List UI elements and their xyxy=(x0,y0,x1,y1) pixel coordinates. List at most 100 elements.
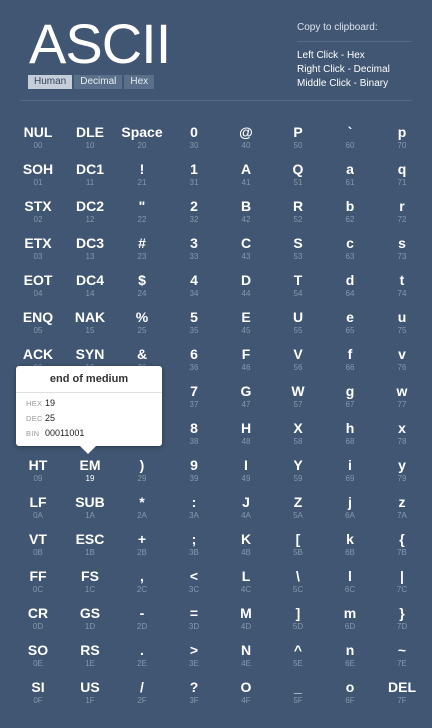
ascii-cell-01[interactable]: SOH 01 xyxy=(12,157,64,194)
ascii-cell-5b[interactable]: [5B xyxy=(272,527,324,564)
ascii-cell-61[interactable]: a 61 xyxy=(324,157,376,194)
ascii-cell-3e[interactable]: >3E xyxy=(168,638,220,675)
ascii-cell-4e[interactable]: N 4E xyxy=(220,638,272,675)
ascii-cell-0b[interactable]: VT 0B xyxy=(12,527,64,564)
ascii-cell-00[interactable]: NUL 00 xyxy=(12,120,64,157)
ascii-cell-30[interactable]: 0 30 xyxy=(168,120,220,157)
ascii-cell-67[interactable]: g 67 xyxy=(324,379,376,416)
ascii-cell-79[interactable]: y 79 xyxy=(376,453,428,490)
ascii-cell-6d[interactable]: m 6D xyxy=(324,601,376,638)
ascii-cell-38[interactable]: 8 38 xyxy=(168,416,220,453)
ascii-cell-37[interactable]: 7 37 xyxy=(168,379,220,416)
ascii-cell-68[interactable]: h 68 xyxy=(324,416,376,453)
ascii-cell-70[interactable]: p 70 xyxy=(376,120,428,157)
ascii-cell-3b[interactable]: ; 3B xyxy=(168,527,220,564)
ascii-cell-1c[interactable]: FS 1C xyxy=(64,564,116,601)
ascii-cell-36[interactable]: 6 36 xyxy=(168,342,220,379)
ascii-cell-50[interactable]: P 50 xyxy=(272,120,324,157)
ascii-cell-55[interactable]: U 55 xyxy=(272,305,324,342)
ascii-cell-05[interactable]: ENQ 05 xyxy=(12,305,64,342)
ascii-cell-69[interactable]: i 69 xyxy=(324,453,376,490)
ascii-cell-42[interactable]: B 42 xyxy=(220,194,272,231)
ascii-cell-31[interactable]: 1 31 xyxy=(168,157,220,194)
ascii-cell-03[interactable]: ETX 03 xyxy=(12,231,64,268)
ascii-cell-1e[interactable]: RS 1E xyxy=(64,638,116,675)
ascii-cell-22[interactable]: " 22 xyxy=(116,194,168,231)
ascii-cell-72[interactable]: r 72 xyxy=(376,194,428,231)
ascii-cell-75[interactable]: u 75 xyxy=(376,305,428,342)
ascii-cell-71[interactable]: q 71 xyxy=(376,157,428,194)
mode-tab-decimal[interactable]: Decimal xyxy=(74,75,123,89)
ascii-cell-1b[interactable]: ESC 1B xyxy=(64,527,116,564)
ascii-cell-6c[interactable]: l 6C xyxy=(324,564,376,601)
ascii-cell-19[interactable]: EM 19 xyxy=(64,453,116,490)
ascii-cell-60[interactable]: ` 60 xyxy=(324,120,376,157)
ascii-cell-12[interactable]: DC2 12 xyxy=(64,194,116,231)
ascii-cell-1a[interactable]: SUB 1A xyxy=(64,490,116,527)
ascii-cell-4f[interactable]: O 4F xyxy=(220,675,272,712)
mode-tab-hex[interactable]: Hex xyxy=(124,75,155,89)
ascii-cell-3c[interactable]: <3C xyxy=(168,564,220,601)
ascii-cell-7e[interactable]: ~7E xyxy=(376,638,428,675)
ascii-cell-41[interactable]: A 41 xyxy=(220,157,272,194)
ascii-cell-33[interactable]: 3 33 xyxy=(168,231,220,268)
ascii-cell-6b[interactable]: k 6B xyxy=(324,527,376,564)
ascii-cell-0a[interactable]: LF 0A xyxy=(12,490,64,527)
ascii-cell-54[interactable]: T 54 xyxy=(272,268,324,305)
ascii-cell-4c[interactable]: L 4C xyxy=(220,564,272,601)
ascii-cell-43[interactable]: C 43 xyxy=(220,231,272,268)
ascii-cell-49[interactable]: I 49 xyxy=(220,453,272,490)
ascii-cell-2a[interactable]: * 2A xyxy=(116,490,168,527)
ascii-cell-10[interactable]: DLE 10 xyxy=(64,120,116,157)
ascii-cell-14[interactable]: DC4 14 xyxy=(64,268,116,305)
ascii-cell-2f[interactable]: /2F xyxy=(116,675,168,712)
ascii-cell-44[interactable]: D 44 xyxy=(220,268,272,305)
ascii-cell-5a[interactable]: Z 5A xyxy=(272,490,324,527)
ascii-cell-6a[interactable]: j 6A xyxy=(324,490,376,527)
ascii-cell-45[interactable]: E 45 xyxy=(220,305,272,342)
ascii-cell-39[interactable]: 9 39 xyxy=(168,453,220,490)
ascii-cell-0f[interactable]: SI 0F xyxy=(12,675,64,712)
ascii-cell-24[interactable]: $24 xyxy=(116,268,168,305)
ascii-cell-32[interactable]: 2 32 xyxy=(168,194,220,231)
ascii-cell-4b[interactable]: K 4B xyxy=(220,527,272,564)
ascii-cell-7a[interactable]: z 7A xyxy=(376,490,428,527)
ascii-cell-0d[interactable]: CR 0D xyxy=(12,601,64,638)
ascii-cell-29[interactable]: ) 29 xyxy=(116,453,168,490)
ascii-cell-51[interactable]: Q 51 xyxy=(272,157,324,194)
ascii-cell-46[interactable]: F 46 xyxy=(220,342,272,379)
ascii-cell-1f[interactable]: US 1F xyxy=(64,675,116,712)
ascii-cell-5e[interactable]: ^ 5E xyxy=(272,638,324,675)
ascii-cell-40[interactable]: @40 xyxy=(220,120,272,157)
ascii-cell-2b[interactable]: +2B xyxy=(116,527,168,564)
ascii-cell-77[interactable]: w 77 xyxy=(376,379,428,416)
ascii-cell-34[interactable]: 4 34 xyxy=(168,268,220,305)
ascii-cell-73[interactable]: s 73 xyxy=(376,231,428,268)
mode-tab-human[interactable]: Human xyxy=(28,75,73,89)
ascii-cell-11[interactable]: DC1 11 xyxy=(64,157,116,194)
ascii-cell-09[interactable]: HT 09 xyxy=(12,453,64,490)
ascii-cell-66[interactable]: f 66 xyxy=(324,342,376,379)
ascii-cell-13[interactable]: DC3 13 xyxy=(64,231,116,268)
ascii-cell-7b[interactable]: {7B xyxy=(376,527,428,564)
ascii-cell-25[interactable]: % 25 xyxy=(116,305,168,342)
ascii-cell-23[interactable]: #23 xyxy=(116,231,168,268)
ascii-cell-2c[interactable]: , 2C xyxy=(116,564,168,601)
ascii-cell-35[interactable]: 5 35 xyxy=(168,305,220,342)
ascii-cell-15[interactable]: NAK 15 xyxy=(64,305,116,342)
ascii-cell-56[interactable]: V 56 xyxy=(272,342,324,379)
ascii-cell-6f[interactable]: o 6F xyxy=(324,675,376,712)
ascii-cell-62[interactable]: b 62 xyxy=(324,194,376,231)
ascii-cell-58[interactable]: X 58 xyxy=(272,416,324,453)
ascii-cell-59[interactable]: Y 59 xyxy=(272,453,324,490)
ascii-cell-7d[interactable]: } 7D xyxy=(376,601,428,638)
ascii-cell-3f[interactable]: ? 3F xyxy=(168,675,220,712)
ascii-cell-04[interactable]: EOT 04 xyxy=(12,268,64,305)
ascii-cell-4d[interactable]: M 4D xyxy=(220,601,272,638)
ascii-cell-02[interactable]: STX 02 xyxy=(12,194,64,231)
ascii-cell-5c[interactable]: \ 5C xyxy=(272,564,324,601)
ascii-cell-5f[interactable]: _ 5F xyxy=(272,675,324,712)
ascii-cell-3d[interactable]: = 3D xyxy=(168,601,220,638)
ascii-cell-64[interactable]: d 64 xyxy=(324,268,376,305)
ascii-cell-47[interactable]: G 47 xyxy=(220,379,272,416)
